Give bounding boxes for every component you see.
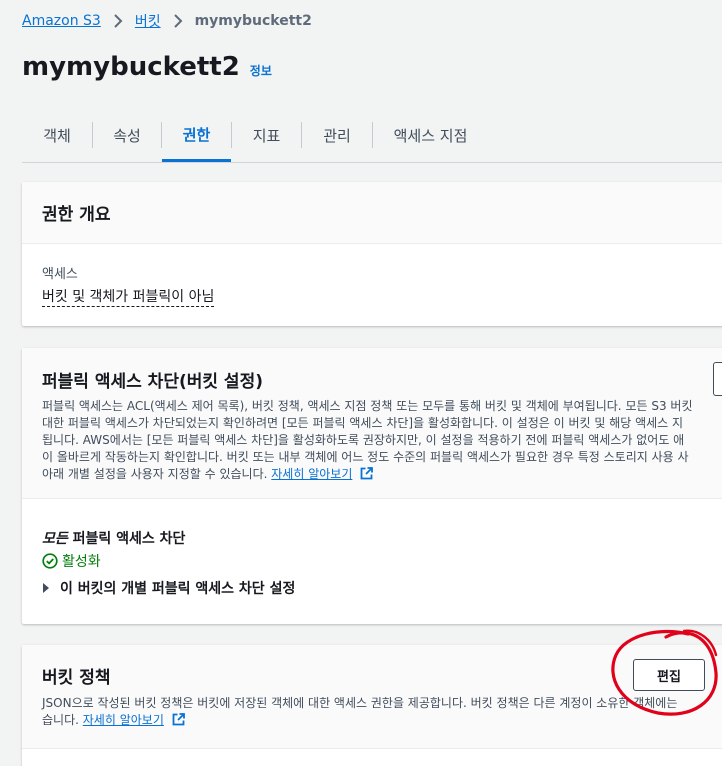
red-annotation-circle: [611, 629, 718, 716]
access-status-value[interactable]: 버킷 및 객체가 퍼블릭이 아님: [42, 288, 215, 307]
description-line: 이 올바르게 작동하는지 확인합니다. 버킷 또는 내부 객체에 어느 정도 수…: [42, 450, 689, 464]
permissions-overview-card: 권한 개요 액세스 버킷 및 객체가 퍼블릭이 아님: [22, 182, 722, 326]
description-text: 습니다.: [42, 713, 79, 727]
expander-label: 이 버킷의 개별 퍼블릭 액세스 차단 설정: [60, 581, 296, 597]
tab-permissions[interactable]: 권한: [162, 110, 231, 162]
chevron-right-icon: [113, 14, 123, 28]
s3-permissions-page: Amazon S3 버킷 mymybuckett2 mymybuckett2 정…: [0, 0, 722, 766]
card-title: 권한 개요: [42, 205, 111, 225]
status-indicator: 활성화: [42, 551, 101, 571]
block-all-label-emphasis: 모든: [42, 531, 68, 547]
tab-objects[interactable]: 객체: [22, 110, 92, 160]
description-line: 됩니다. AWS에서는 [모든 퍼블릭 액세스 차단]을 활성화하도록 권장하지…: [42, 433, 685, 447]
info-link[interactable]: 정보: [250, 62, 272, 79]
access-label: 액세스: [42, 267, 78, 282]
external-link-icon[interactable]: [360, 467, 374, 485]
page-header: mymybuckett2 정보: [22, 52, 272, 82]
card-title: 버킷 정책: [42, 668, 111, 688]
block-public-access-card: 퍼블릭 액세스 차단(버킷 설정) 퍼블릭 액세스는 ACL(액세스 제어 목록…: [22, 348, 722, 624]
individual-settings-expander[interactable]: 이 버킷의 개별 퍼블릭 액세스 차단 설정: [42, 578, 295, 598]
learn-more-link[interactable]: 자세히 알아보기: [271, 467, 352, 481]
description-line: 습니다. 자세히 알아보기: [42, 712, 677, 731]
chevron-right-icon: [173, 14, 183, 28]
description-line: 아래 개별 설정을 사용자 지정할 수 있습니다. 자세히 알아보기: [42, 466, 692, 485]
page-title: mymybuckett2: [22, 52, 240, 82]
card-header: 퍼블릭 액세스 차단(버킷 설정) 퍼블릭 액세스는 ACL(액세스 제어 목록…: [22, 348, 722, 499]
card-title: 퍼블릭 액세스 차단(버킷 설정): [42, 372, 263, 392]
card-description: JSON으로 작성된 버킷 정책은 버킷에 저장된 객체에 대한 액세스 권한을…: [42, 695, 677, 731]
tab-access-points[interactable]: 액세스 지점: [373, 110, 488, 160]
tab-bar: 객체 속성 권한 지표 관리 액세스 지점: [22, 110, 722, 163]
card-description: 퍼블릭 액세스는 ACL(액세스 제어 목록), 버킷 정책, 액세스 지점 정…: [42, 398, 692, 485]
block-all-label: 모든 퍼블릭 액세스 차단: [42, 528, 185, 548]
tab-metrics[interactable]: 지표: [232, 110, 301, 160]
check-circle-icon: [42, 553, 58, 569]
description-text: 아래 개별 설정을 사용자 지정할 수 있습니다.: [42, 467, 268, 481]
breadcrumb-amazon-s3[interactable]: Amazon S3: [22, 13, 101, 29]
breadcrumb-buckets[interactable]: 버킷: [135, 11, 161, 31]
card-header: 권한 개요: [22, 182, 722, 244]
breadcrumb-current-bucket: mymybuckett2: [194, 13, 312, 29]
status-text: 활성화: [62, 554, 101, 570]
breadcrumb: Amazon S3 버킷 mymybuckett2: [22, 11, 312, 31]
block-all-label-rest: 퍼블릭 액세스 차단: [67, 531, 186, 547]
caret-right-icon: [42, 583, 50, 593]
description-line: JSON으로 작성된 버킷 정책은 버킷에 저장된 객체에 대한 액세스 권한을…: [42, 696, 678, 710]
external-link-icon[interactable]: [172, 713, 185, 731]
tab-management[interactable]: 관리: [302, 110, 372, 160]
edit-button[interactable]: [713, 362, 722, 396]
description-line: 대한 퍼블릭 액세스가 차단되었는지 확인하려면 [모든 퍼블릭 액세스 차단]…: [42, 416, 684, 430]
learn-more-link[interactable]: 자세히 알아보기: [83, 713, 164, 727]
description-line: 퍼블릭 액세스는 ACL(액세스 제어 목록), 버킷 정책, 액세스 지점 정…: [42, 399, 693, 413]
tab-properties[interactable]: 속성: [93, 110, 161, 160]
